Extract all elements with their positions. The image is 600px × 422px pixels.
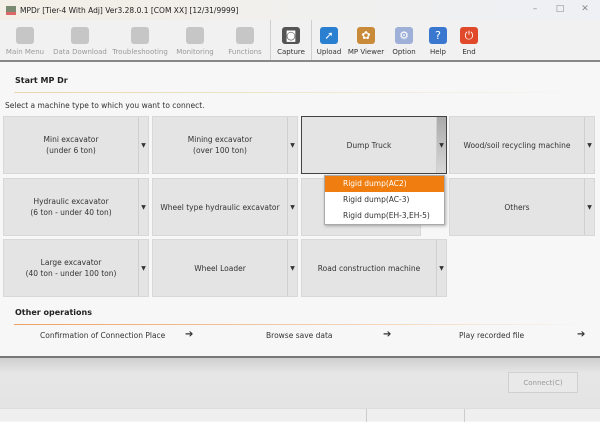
machine-button[interactable]: Road construction machine ▼ <box>301 239 447 297</box>
connect-button[interactable]: Connect(C) <box>508 372 578 393</box>
toolbar-button-monitoring: Monitoring <box>170 20 220 60</box>
dropdown-item[interactable]: Rigid dump(AC2) <box>325 176 444 192</box>
start-heading: Start MP Dr <box>15 76 68 85</box>
toolbar-button-main-menu: Main Menu <box>0 20 50 60</box>
toolbar-button-mp-viewer[interactable]: ✿ MP Viewer <box>346 20 386 60</box>
dropdown-item[interactable]: Rigid dump(AC-3) <box>325 192 444 208</box>
toolbar-label: Option <box>392 48 416 56</box>
power-icon: ⏻ <box>460 27 478 44</box>
dropdown-item[interactable]: Rigid dump(EH-3,EH-5) <box>325 208 444 224</box>
close-button[interactable]: ✕ <box>578 4 592 14</box>
dropdown-arrow-icon[interactable]: ▼ <box>436 240 446 296</box>
arrow-right-icon[interactable]: ➔ <box>577 329 585 340</box>
machine-button[interactable]: Mining excavator (over 100 ton) ▼ <box>152 116 298 174</box>
toolbar-button-help[interactable]: ? Help <box>422 20 454 60</box>
download-icon <box>71 27 89 44</box>
machine-label: Wood/soil recycling machine <box>463 140 571 150</box>
dropdown-arrow-icon[interactable]: ▼ <box>287 179 297 235</box>
app-icon <box>6 5 16 15</box>
title-bar: MPDr [Tier-4 With Adj] Ver3.28.0.1 [COM … <box>0 0 600 20</box>
machine-label: Dump Truck <box>346 140 392 150</box>
toolbar-label: Upload <box>316 48 342 56</box>
viewer-icon: ✿ <box>357 27 375 44</box>
window-title: MPDr [Tier-4 With Adj] Ver3.28.0.1 [COM … <box>20 5 239 15</box>
machine-label: Mini excavator (under 6 ton) <box>43 135 99 155</box>
arrow-right-icon[interactable]: ➔ <box>185 329 193 340</box>
toolbar-label: Data Download <box>53 48 107 56</box>
divider <box>14 324 590 325</box>
toolbar-button-data-download: Data Download <box>50 20 110 60</box>
toolbar-label: Help <box>430 48 446 56</box>
toolbar-label: Main Menu <box>5 48 45 56</box>
toolbar-button-capture[interactable]: ◙ Capture <box>271 20 311 60</box>
toolbar-label: Capture <box>277 48 305 56</box>
machine-button[interactable]: Large excavator (40 ton - under 100 ton)… <box>3 239 149 297</box>
machine-label: Others <box>504 202 530 212</box>
toolbar-label: Functions <box>228 48 262 56</box>
dropdown-arrow-icon[interactable]: ▼ <box>584 179 594 235</box>
minimize-button[interactable]: – <box>528 4 542 14</box>
toolbar-button-upload[interactable]: ➚ Upload <box>312 20 346 60</box>
toolbar-button-end[interactable]: ⏻ End <box>454 20 484 60</box>
divider <box>14 92 590 93</box>
machine-label: Large excavator (40 ton - under 100 ton) <box>25 258 117 278</box>
arrow-right-icon[interactable]: ➔ <box>383 329 391 340</box>
functions-icon <box>236 27 254 44</box>
stethoscope-icon <box>131 27 149 44</box>
machine-label: Wheel type hydraulic excavator <box>160 202 280 212</box>
toolbar-button-functions: Functions <box>220 20 270 60</box>
status-bar <box>0 408 600 422</box>
machine-button[interactable]: Dump Truck ▼ <box>301 116 447 174</box>
operation-link[interactable]: Confirmation of Connection Place <box>40 331 165 340</box>
other-operations-heading: Other operations <box>15 308 92 317</box>
machine-button[interactable]: Others ▼ <box>449 178 595 236</box>
help-icon: ? <box>429 27 447 44</box>
toolbar-button-option[interactable]: ⚙ Option <box>386 20 422 60</box>
gear-icon: ⚙ <box>395 27 413 44</box>
main-menu-icon <box>16 27 34 44</box>
machine-button[interactable]: Mini excavator (under 6 ton) ▼ <box>3 116 149 174</box>
operation-link[interactable]: Play recorded file <box>459 331 524 340</box>
dropdown-arrow-icon[interactable]: ▼ <box>436 117 446 173</box>
machine-button[interactable]: Wheel Loader ▼ <box>152 239 298 297</box>
instruction-text: Select a machine type to which you want … <box>5 101 205 110</box>
toolbar: Main Menu Data Download Troubleshooting Mon… <box>0 20 600 62</box>
operation-link[interactable]: Browse save data <box>266 331 333 340</box>
dropdown-arrow-icon[interactable]: ▼ <box>138 117 148 173</box>
toolbar-label: End <box>462 48 476 56</box>
dropdown-arrow-icon[interactable]: ▼ <box>584 117 594 173</box>
machine-label: Wheel Loader <box>194 263 246 273</box>
maximize-button[interactable]: □ <box>553 4 567 14</box>
machine-label: Mining excavator (over 100 ton) <box>187 135 253 155</box>
toolbar-button-troubleshooting: Troubleshooting <box>110 20 170 60</box>
toolbar-label: Monitoring <box>176 48 214 56</box>
toolbar-label: MP Viewer <box>347 48 385 56</box>
dump-truck-dropdown: Rigid dump(AC2) Rigid dump(AC-3) Rigid dum… <box>324 175 445 225</box>
machine-button[interactable]: Wood/soil recycling machine ▼ <box>449 116 595 174</box>
dropdown-arrow-icon[interactable]: ▼ <box>287 240 297 296</box>
gauge-icon <box>186 27 204 44</box>
upload-icon: ➚ <box>320 27 338 44</box>
machine-button[interactable]: Wheel type hydraulic excavator ▼ <box>152 178 298 236</box>
machine-button[interactable]: Hydraulic excavator (6 ton - under 40 to… <box>3 178 149 236</box>
camera-icon: ◙ <box>282 27 300 44</box>
dropdown-arrow-icon[interactable]: ▼ <box>138 240 148 296</box>
machine-label: Hydraulic excavator (6 ton - under 40 to… <box>30 197 112 217</box>
machine-label: Road construction machine <box>317 263 421 273</box>
dropdown-arrow-icon[interactable]: ▼ <box>287 117 297 173</box>
toolbar-label: Troubleshooting <box>112 48 168 56</box>
dropdown-arrow-icon[interactable]: ▼ <box>138 179 148 235</box>
